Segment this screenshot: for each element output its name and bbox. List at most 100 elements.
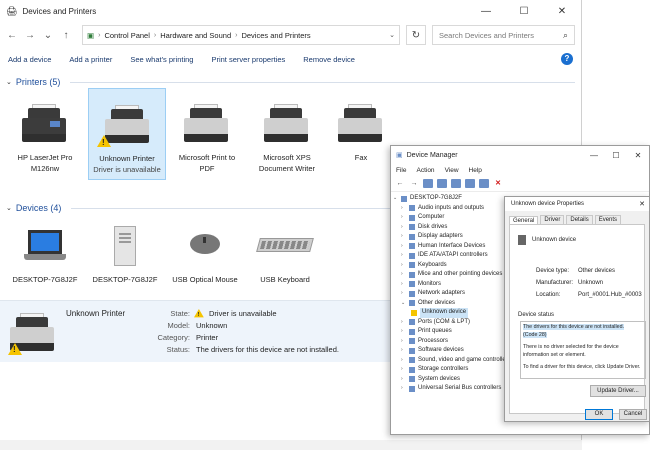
command-bar: Add a device Add a printer See what's pr… — [0, 48, 581, 70]
tree-item[interactable]: › Human Interface Devices — [393, 242, 511, 252]
device-desktop-tower[interactable]: DESKTOP-7G8J2F — [86, 218, 164, 285]
control-panel-icon: ▣ — [87, 30, 95, 40]
search-icon: ⌕ — [562, 29, 568, 40]
tree-item[interactable]: › Mice and other pointing devices — [393, 270, 511, 280]
menu-bar: File Action View Help — [391, 164, 649, 176]
printer-microsoft-xps[interactable]: Microsoft XPS Document Writer — [248, 96, 326, 174]
menu-help[interactable]: Help — [469, 167, 482, 174]
refresh-button[interactable]: ↻ — [406, 25, 426, 45]
tab-driver[interactable]: Driver — [540, 215, 565, 224]
tree-root[interactable]: ⌄ DESKTOP-7G8J2F — [393, 194, 511, 204]
remove-device-button[interactable]: Remove device — [303, 55, 355, 64]
printer-hp-laserjet[interactable]: HP LaserJet Pro M126nw — [6, 96, 84, 174]
up-arrow-icon[interactable]: ↑ — [60, 30, 72, 41]
tree-item[interactable]: › Disk drives — [393, 223, 511, 233]
chevron-down-icon[interactable]: ⌄ — [42, 30, 54, 41]
printer-icon — [264, 104, 308, 142]
printer-microsoft-print-to-pdf[interactable]: Microsoft Print to PDF — [168, 96, 246, 174]
tab-details[interactable]: Details — [566, 215, 593, 224]
breadcrumb-devices-and-printers[interactable]: Devices and Printers — [241, 31, 310, 40]
device-icon — [518, 235, 526, 245]
menu-view[interactable]: View — [445, 167, 459, 174]
printer-icon — [105, 105, 149, 143]
tree-item[interactable]: › Computer — [393, 213, 511, 223]
chevron-down-icon: ⌄ — [6, 79, 12, 86]
tab-events[interactable]: Events — [594, 215, 622, 224]
details-device-name: Unknown Printer — [66, 309, 126, 318]
title-bar: 🖨 Devices and Printers — ☐ ✕ — [0, 0, 581, 22]
tree-item[interactable]: › Storage controllers — [393, 365, 511, 375]
print-server-properties-button[interactable]: Print server properties — [211, 55, 285, 64]
search-input[interactable]: Search Devices and Printers ⌕ — [432, 25, 575, 45]
warning-icon — [97, 135, 111, 148]
maximize-button[interactable]: ☐ — [505, 6, 543, 17]
add-device-button[interactable]: Add a device — [8, 55, 51, 64]
details-properties: State:Driver is unavailable Model:Unknow… — [150, 308, 339, 356]
tree-item[interactable]: › Universal Serial Bus controllers — [393, 384, 511, 394]
ok-button[interactable]: OK — [585, 409, 613, 420]
tree-item[interactable]: › Keyboards — [393, 261, 511, 271]
mouse-icon — [190, 234, 220, 254]
device-status-textbox[interactable]: The drivers for this device are not inst… — [520, 321, 646, 379]
tree-item-unknown-device[interactable]: Unknown device — [393, 308, 511, 318]
toolbar: ← → ✕ — [391, 176, 649, 192]
tree-item[interactable]: ⌄ Other devices — [393, 299, 511, 309]
warning-icon — [411, 309, 417, 316]
update-driver-button[interactable]: Update Driver... — [590, 385, 646, 397]
properties-icon[interactable] — [423, 179, 433, 188]
breadcrumb-hardware-and-sound[interactable]: Hardware and Sound — [160, 31, 231, 40]
menu-file[interactable]: File — [396, 167, 406, 174]
tree-item[interactable]: › Network adapters — [393, 289, 511, 299]
menu-action[interactable]: Action — [416, 167, 434, 174]
tree-item[interactable]: › Software devices — [393, 346, 511, 356]
forward-arrow-icon[interactable]: → — [409, 179, 419, 188]
tree-item[interactable]: › Sound, video and game controllers — [393, 356, 511, 366]
device-desktop-laptop[interactable]: DESKTOP-7G8J2F — [6, 218, 84, 285]
device-list-icon[interactable] — [437, 179, 447, 188]
tree-item[interactable]: › Display adapters — [393, 232, 511, 242]
add-printer-button[interactable]: Add a printer — [69, 55, 112, 64]
device-usb-keyboard[interactable]: USB Keyboard — [246, 218, 324, 285]
warning-icon — [8, 343, 22, 355]
minimize-button[interactable]: — — [467, 6, 505, 17]
device-status-label: Device status — [518, 312, 555, 318]
device-manager-icon: ▣ — [396, 152, 403, 159]
printer-fax[interactable]: Fax — [322, 96, 400, 163]
back-arrow-icon[interactable]: ← — [6, 30, 18, 41]
close-button[interactable]: ✕ — [627, 151, 649, 160]
breadcrumb-control-panel[interactable]: Control Panel — [104, 31, 149, 40]
cancel-button[interactable]: Cancel — [619, 409, 647, 420]
maximize-button[interactable]: ☐ — [605, 151, 627, 160]
tree-item[interactable]: › Audio inputs and outputs — [393, 204, 511, 214]
tree-item[interactable]: › Print queues — [393, 327, 511, 337]
general-panel: Unknown device Device type: Other devices… — [509, 224, 646, 414]
address-input[interactable]: ▣ › Control Panel › Hardware and Sound ›… — [82, 25, 400, 45]
unknown-device-properties-dialog: Unknown device Properties ✕ General Driv… — [504, 196, 650, 422]
dialog-title-bar: Unknown device Properties ✕ — [505, 197, 649, 211]
tree-item[interactable]: › Ports (COM & LPT) — [393, 318, 511, 328]
desktop-tower-icon — [114, 226, 136, 266]
uninstall-icon[interactable]: ✕ — [493, 179, 503, 188]
tree-item[interactable]: › IDE ATA/ATAPI controllers — [393, 251, 511, 261]
minimize-button[interactable]: — — [583, 151, 605, 160]
help-icon[interactable] — [451, 179, 461, 188]
printer-unknown[interactable]: Unknown Printer Driver is unavailable — [88, 88, 166, 180]
window-title: Devices and Printers — [22, 6, 97, 16]
laptop-icon — [24, 230, 66, 264]
close-icon[interactable]: ✕ — [635, 200, 649, 208]
tree-item[interactable]: › Monitors — [393, 280, 511, 290]
see-whats-printing-button[interactable]: See what's printing — [130, 55, 193, 64]
device-usb-mouse[interactable]: USB Optical Mouse — [166, 218, 244, 285]
monitor-icon[interactable] — [479, 179, 489, 188]
forward-arrow-icon[interactable]: → — [24, 30, 36, 41]
scan-hardware-icon[interactable] — [465, 179, 475, 188]
tree-item[interactable]: › System devices — [393, 375, 511, 385]
dialog-tabs: General Driver Details Events — [505, 215, 649, 225]
close-button[interactable]: ✕ — [543, 6, 581, 17]
help-icon[interactable]: ? — [561, 53, 573, 65]
tree-item[interactable]: › Processors — [393, 337, 511, 347]
keyboard-icon — [256, 238, 314, 252]
chevron-down-icon[interactable]: ⌄ — [389, 31, 395, 39]
device-info: Device type: Other devices Manufacturer: U… — [536, 268, 642, 298]
back-arrow-icon[interactable]: ← — [395, 179, 405, 188]
